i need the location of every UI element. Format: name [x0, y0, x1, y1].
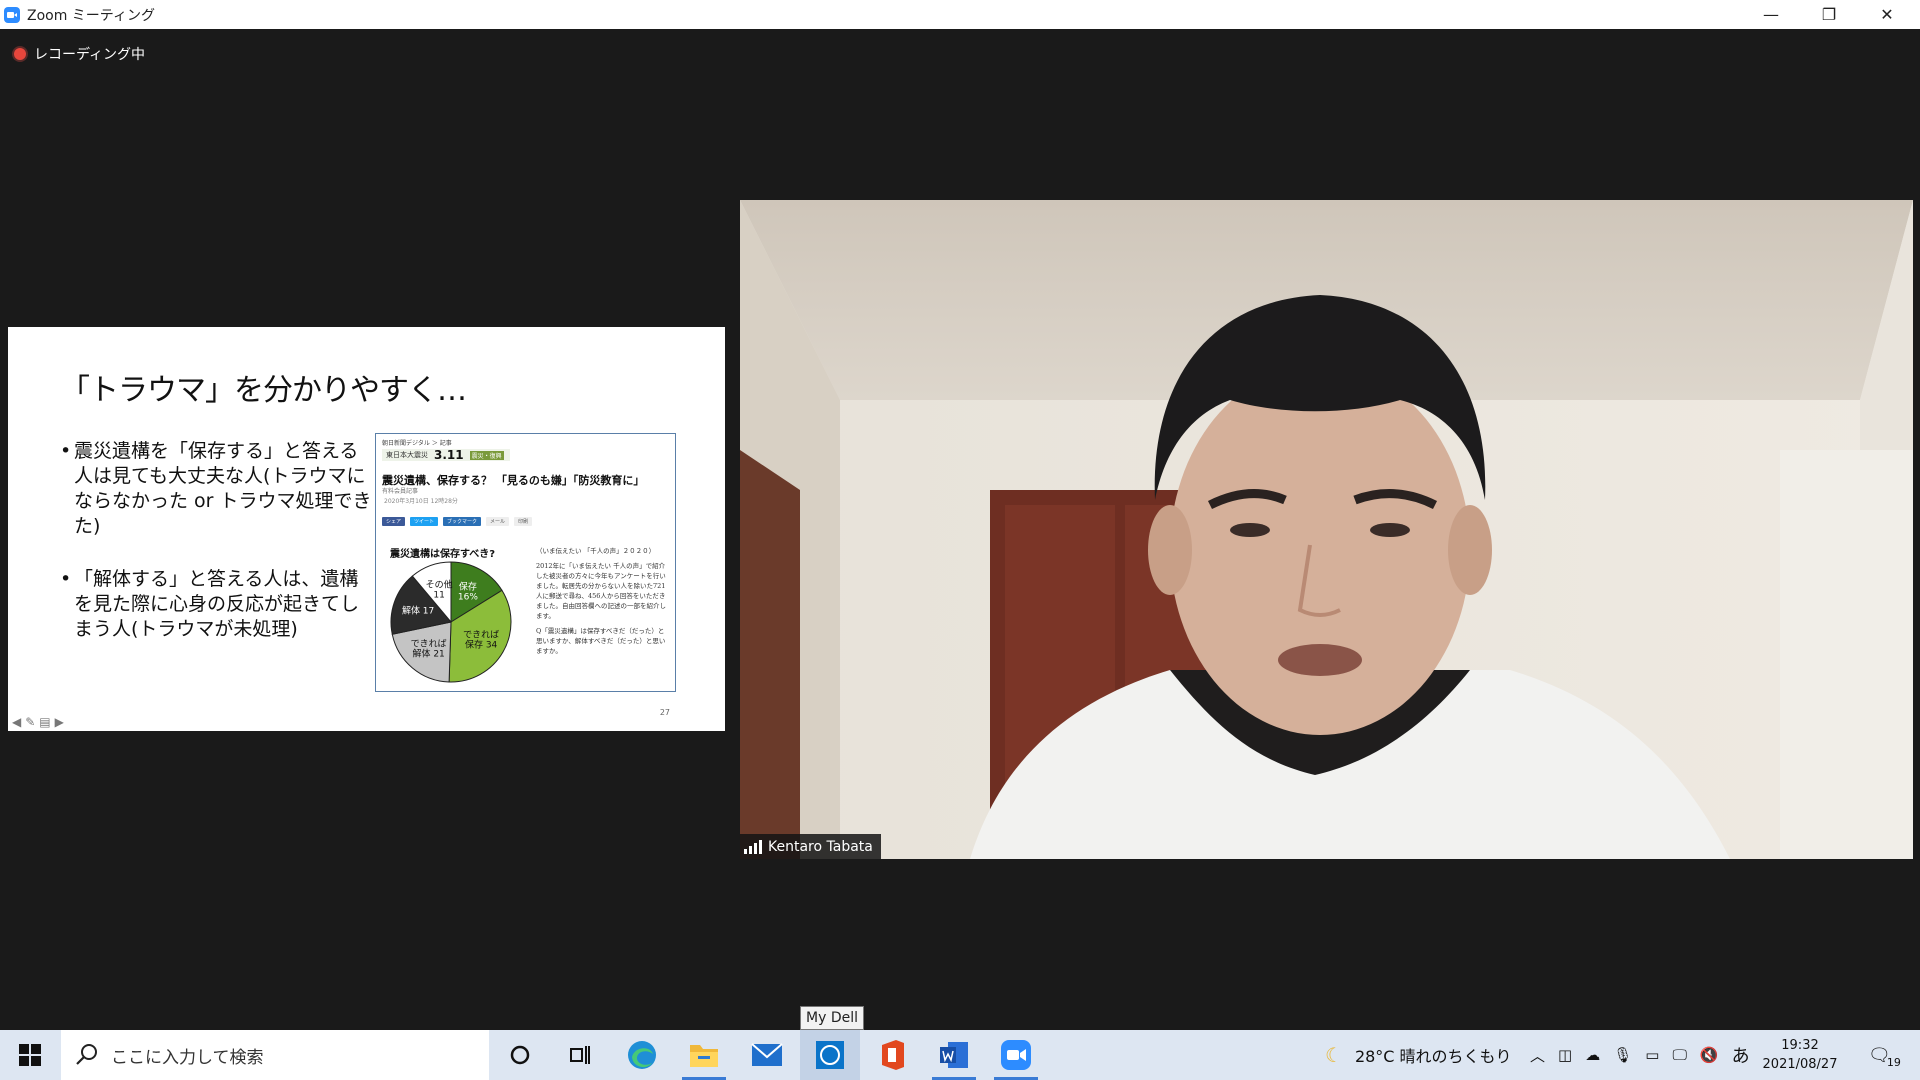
banner-tag: 震災・復興 [469, 450, 504, 460]
network-icon[interactable]: 🖵 [1672, 1046, 1686, 1064]
slide-title: 「トラウマ」を分かりやすく… [60, 373, 467, 408]
system-tray: ︿ ◫ ☁ 🎙 ▭ 🖵 🔇 あ [1530, 1030, 1750, 1080]
slide-bullet: 「解体する」と答える人は、遺構を見た際に心身の反応が起きてしまう人(トラウマが未… [60, 567, 375, 642]
pie-chart: 保存 16%できれば保存 34できれば解体 21解体 17その他 11 [390, 561, 512, 683]
record-icon [14, 48, 26, 60]
next-slide-icon[interactable]: ▶ [55, 715, 64, 729]
onedrive-icon[interactable]: ☁ [1585, 1046, 1600, 1064]
start-button[interactable] [0, 1030, 60, 1080]
connection-signal-icon [744, 839, 762, 854]
prev-slide-icon[interactable]: ◀ [12, 715, 21, 729]
participant-name-tag: Kentaro Tabata [740, 834, 881, 859]
taskbar-edge[interactable] [612, 1030, 672, 1080]
mail-icon [751, 1043, 783, 1066]
recording-indicator[interactable]: レコーディング中 [14, 44, 145, 64]
task-view-icon [570, 1046, 590, 1064]
pie-slice-label: できれば保存 34 [463, 629, 499, 650]
print-button: 印刷 [514, 517, 533, 526]
article-share-buttons: シェア ツイート ブックマーク メール 印刷 [382, 517, 533, 526]
taskbar-tooltip: My Dell [800, 1006, 864, 1030]
dell-icon [816, 1041, 844, 1069]
article-paragraph: Q「震災遺構」は保存すべきだ（だった）と思いますか、解体すべきだ（だった）と思い… [536, 627, 666, 655]
banner-big: 3.11 [434, 448, 464, 462]
ime-indicator[interactable]: あ [1732, 1042, 1750, 1068]
pie-slice-label: できれば解体 21 [411, 639, 447, 660]
clock-date: 2021/08/27 [1762, 1057, 1838, 1072]
folder-icon [690, 1045, 718, 1067]
article-paragraph: （いま伝えたい 「千人の声」２０２０） [536, 547, 656, 555]
slide-nav-controls: ◀ ✎ ▤ ▶ [12, 715, 64, 729]
word-icon [940, 1042, 968, 1068]
slide-page-number: 27 [659, 708, 670, 717]
chart-title: 震災遺構は保存すべき? [390, 549, 496, 560]
video-frame [740, 200, 1913, 859]
weather-text: 28°C 晴れのちくもり [1354, 1047, 1512, 1066]
article-paragraph: 2012年に「いま伝えたい 千人の声」で紹介した被災者の方々に今年もアンケートを… [536, 562, 666, 620]
edge-icon [628, 1041, 656, 1069]
taskbar: ここに入力して検索 ☾ 28°C 晴れのちくもり ︿ ◫ ☁ 🎙 ▭ 🖵 🔇 あ… [0, 1030, 1920, 1080]
slide-bullets: 震災遺構を「保存する」と答える人は見ても大丈夫な人(トラウマにならなかった or… [60, 439, 375, 670]
banner-left: 東日本大震災 [386, 451, 428, 459]
slide-bullet: 震災遺構を「保存する」と答える人は見ても大丈夫な人(トラウマにならなかった or… [60, 439, 375, 539]
taskbar-word[interactable] [924, 1030, 984, 1080]
article-source: 朝日新聞デジタル ＞ 記事 [382, 440, 452, 447]
taskbar-zoom[interactable] [986, 1030, 1046, 1080]
slide-menu-icon[interactable]: ▤ [39, 715, 50, 729]
show-hidden-icons-icon[interactable]: ︿ [1530, 1045, 1545, 1066]
article-banner: 東日本大震災 3.11 震災・復興 [382, 448, 510, 462]
taskbar-search-box[interactable]: ここに入力して検索 [61, 1030, 489, 1080]
moon-icon: ☾ [1325, 1043, 1343, 1067]
camera-icon[interactable]: ◫ [1558, 1046, 1572, 1064]
title-bar: Zoom ミーティング — ❐ ✕ [0, 0, 1920, 29]
article-meta: 有料会員記事 [382, 488, 419, 495]
cortana-icon [510, 1045, 530, 1065]
article-headline: 震災遺構、保存する？ 「見るのも嫌」「防災教育に」 [382, 474, 645, 487]
zoom-app-icon [4, 6, 20, 23]
share-button: シェア [382, 517, 406, 526]
shared-slide: 「トラウマ」を分かりやすく… 震災遺構を「保存する」と答える人は見ても大丈夫な人… [8, 327, 725, 731]
news-article-image: 朝日新聞デジタル ＞ 記事 東日本大震災 3.11 震災・復興 震災遺構、保存す… [375, 433, 676, 692]
search-icon [76, 1044, 97, 1065]
tweet-button: ツイート [410, 517, 439, 526]
pen-icon[interactable]: ✎ [25, 715, 35, 729]
close-button[interactable]: ✕ [1858, 0, 1916, 29]
taskbar-office[interactable] [862, 1030, 922, 1080]
article-body: （いま伝えたい 「千人の声」２０２０） 2012年に「いま伝えたい 千人の声」で… [536, 546, 670, 661]
action-center-button[interactable]: 🗨 19 [1868, 1030, 1901, 1080]
clock-time: 19:32 [1781, 1038, 1819, 1053]
windows-logo-icon [19, 1044, 41, 1066]
task-view-button[interactable] [550, 1030, 610, 1080]
window-title: Zoom ミーティング [27, 7, 155, 24]
taskbar-mail[interactable] [737, 1030, 797, 1080]
pie-slice-label: 解体 17 [402, 605, 434, 617]
battery-icon[interactable]: ▭ [1645, 1046, 1659, 1064]
cortana-button[interactable] [490, 1030, 550, 1080]
article-date: 2020年3月10日 12時28分 [384, 498, 458, 505]
participant-name: Kentaro Tabata [768, 838, 873, 855]
office-icon [882, 1040, 904, 1070]
taskbar-my-dell[interactable] [800, 1030, 860, 1080]
taskbar-file-explorer[interactable] [674, 1030, 734, 1080]
search-placeholder: ここに入力して検索 [111, 1047, 264, 1068]
minimize-button[interactable]: — [1742, 0, 1800, 29]
bookmark-button: ブックマーク [443, 517, 482, 526]
recording-label: レコーディング中 [34, 47, 146, 63]
pie-slice-label: 保存 16% [458, 581, 478, 603]
taskbar-clock[interactable]: 19:32 2021/08/27 [1760, 1030, 1840, 1080]
mail-button: メール [486, 517, 510, 526]
zoom-icon [1001, 1040, 1031, 1070]
participant-video[interactable] [740, 200, 1913, 859]
weather-widget[interactable]: ☾ 28°C 晴れのちくもり [1325, 1030, 1512, 1080]
microphone-icon[interactable]: 🎙 [1613, 1046, 1632, 1064]
volume-muted-icon[interactable]: 🔇 [1700, 1046, 1719, 1064]
restore-button[interactable]: ❐ [1800, 0, 1858, 29]
notification-count: 19 [1886, 1055, 1901, 1069]
